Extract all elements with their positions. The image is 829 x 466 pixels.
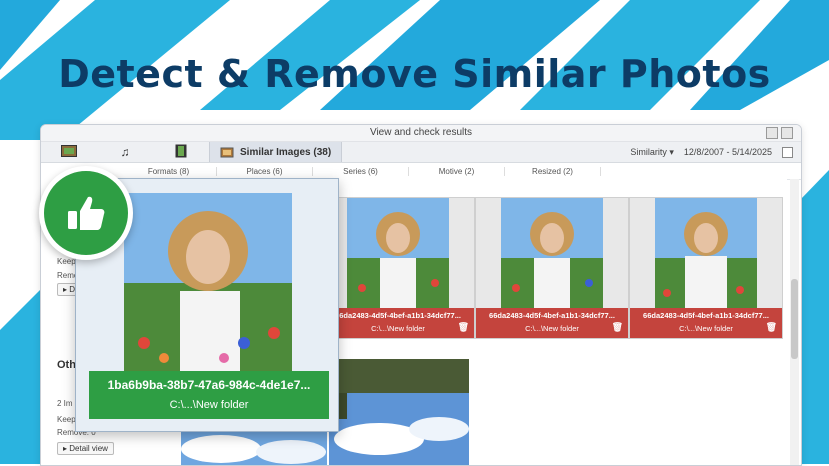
result-card[interactable]: 66da2483-4d5f-4bef-a1b1-34dcf77... C:\..… [629, 197, 783, 339]
result-card[interactable]: 66da2483-4d5f-4bef-a1b1-34dcf77... C:\..… [321, 197, 475, 339]
music-icon: ♫ [120, 145, 130, 159]
image-icon [61, 144, 77, 157]
trash-icon[interactable]: 🗑 [458, 322, 469, 333]
card-photo [655, 198, 757, 308]
view-toggle[interactable] [766, 127, 793, 139]
tab-images[interactable] [41, 144, 97, 160]
sort-select[interactable]: Similarity ▾ [630, 147, 674, 158]
card-photo [347, 198, 449, 308]
subtab-motive[interactable]: Motive (2) [409, 166, 505, 176]
window-titlebar: View and check results [41, 125, 801, 142]
film-icon [175, 144, 187, 157]
subtab-places[interactable]: Places (6) [217, 166, 313, 176]
card-file-id: 66da2483-4d5f-4bef-a1b1-34dcf77... [489, 311, 615, 320]
scrollbar-thumb[interactable] [791, 279, 798, 359]
card-remove-bar: 66da2483-4d5f-4bef-a1b1-34dcf77... C:\..… [322, 308, 474, 338]
vertical-scrollbar[interactable] [790, 179, 799, 465]
preview-file-id: 1ba6b9ba-38b7-47a6-984c-4de1e7... [107, 378, 311, 392]
similar-images-label: Similar Images (38) [240, 146, 332, 158]
tab-video[interactable] [153, 144, 209, 161]
filter-controls: Similarity ▾ 12/8/2007 - 5/14/2025 [630, 142, 793, 162]
sort-label: Similarity [630, 146, 667, 157]
card-photo [501, 198, 603, 308]
result-card[interactable]: 66da2483-4d5f-4bef-a1b1-34dcf77... C:\..… [475, 197, 629, 339]
group2-detail-button[interactable]: ▸ Detail view [57, 442, 114, 455]
list-view-icon[interactable] [781, 127, 793, 139]
preview-photo [124, 193, 292, 371]
card-path: C:\...\New folder [679, 324, 733, 333]
date-range[interactable]: 12/8/2007 - 5/14/2025 [684, 147, 772, 157]
window-title: View and check results [369, 127, 473, 138]
card-remove-bar: 66da2483-4d5f-4bef-a1b1-34dcf77... C:\..… [476, 308, 628, 338]
card-path: C:\...\New folder [371, 324, 425, 333]
toolbar: ♫ Similar Images (38) Similarity ▾ 12/8/… [41, 142, 801, 163]
card-path: C:\...\New folder [525, 324, 579, 333]
thumbs-up-icon [68, 196, 105, 230]
thumbs-up-badge [39, 166, 133, 260]
card-file-id: 66da2483-4d5f-4bef-a1b1-34dcf77... [643, 311, 769, 320]
preview-keep-bar: 1ba6b9ba-38b7-47a6-984c-4de1e7... C:\...… [89, 371, 329, 419]
trash-icon[interactable]: 🗑 [766, 322, 777, 333]
headline: Detect & Remove Similar Photos [58, 52, 771, 96]
preview-path: C:\...\New folder [169, 399, 249, 411]
card-file-id: 66da2483-4d5f-4bef-a1b1-34dcf77... [335, 311, 461, 320]
group2-count: 2 Im [57, 399, 73, 408]
subtab-series[interactable]: Series (6) [313, 166, 409, 176]
grid-view-icon[interactable] [766, 127, 778, 139]
tab-music[interactable]: ♫ [97, 145, 153, 159]
subtab-resized[interactable]: Resized (2) [505, 166, 601, 176]
card-remove-bar: 66da2483-4d5f-4bef-a1b1-34dcf77... C:\..… [630, 308, 782, 338]
photos-stack-icon [220, 147, 234, 158]
subtab-formats[interactable]: Formats (8) [121, 166, 217, 176]
tab-similar-images[interactable]: Similar Images (38) [209, 142, 343, 162]
calendar-icon[interactable] [782, 146, 793, 158]
trash-icon[interactable]: 🗑 [612, 322, 623, 333]
group2-detail-label: Detail view [69, 444, 108, 453]
group2-photo[interactable] [329, 359, 469, 465]
